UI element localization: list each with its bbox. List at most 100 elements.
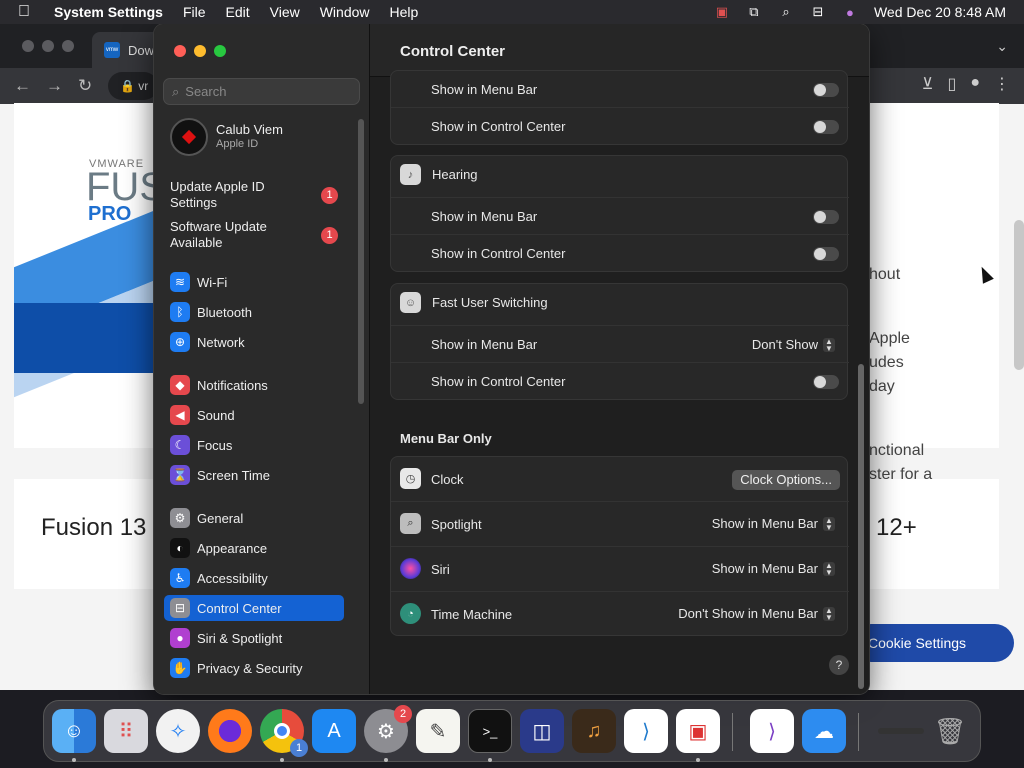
software-update-label: Software Update Available bbox=[170, 219, 267, 250]
cookie-settings-button[interactable]: Cookie Settings bbox=[852, 624, 1014, 662]
visual-studio-icon[interactable]: ⟩ bbox=[750, 709, 794, 753]
menu-window[interactable]: Window bbox=[320, 4, 370, 20]
profile-icon[interactable]: ● bbox=[970, 74, 980, 94]
finder-icon[interactable]: ☺ bbox=[52, 709, 96, 753]
launchpad-icon[interactable]: ⠿ bbox=[104, 709, 148, 753]
browser-minimize-button[interactable] bbox=[42, 40, 54, 52]
sidebar-item-control-center[interactable]: ⊟ Control Center bbox=[164, 595, 344, 621]
menu-app-name[interactable]: System Settings bbox=[54, 4, 163, 20]
apple-menu-icon[interactable]:  bbox=[18, 3, 38, 21]
parallels-app-icon[interactable]: ▣ bbox=[676, 709, 720, 753]
side-panel-icon[interactable]: ▯ bbox=[948, 74, 957, 94]
tab-list-chevron-icon[interactable]: ⌄ bbox=[996, 38, 1008, 55]
time-machine-popup[interactable]: Don't Show in Menu Bar ▲ ▼ bbox=[678, 606, 835, 621]
sidebar-item-appearance[interactable]: ◐ Appearance bbox=[164, 535, 344, 561]
control-center-icon[interactable]: ⊟ bbox=[810, 4, 826, 19]
apple-id-profile[interactable]: Calub Viem Apple ID bbox=[170, 118, 350, 158]
wi-fi-icon: ≋ bbox=[170, 272, 190, 292]
app-store-icon[interactable]: A bbox=[312, 709, 356, 753]
control-center-icon: ⊟ bbox=[170, 598, 190, 618]
screen-mirroring-icon[interactable]: ⧉ bbox=[746, 4, 762, 19]
popup-value: Show in Menu Bar bbox=[711, 561, 818, 576]
sidebar-item-accessibility[interactable]: ♿ Accessibility bbox=[164, 565, 344, 591]
minimize-button[interactable] bbox=[194, 45, 206, 57]
hearing-icon: ♪ bbox=[400, 164, 421, 185]
sidebar-item-network[interactable]: ⊕ Network bbox=[164, 329, 344, 355]
fus-menu-bar-popup[interactable]: Don't Show ▲ ▼ bbox=[752, 337, 835, 352]
zoom-button[interactable] bbox=[214, 45, 226, 57]
sidebar-item-general[interactable]: ⚙ General bbox=[164, 505, 344, 531]
close-button[interactable] bbox=[174, 45, 186, 57]
sidebar-item-wi-fi[interactable]: ≋ Wi-Fi bbox=[164, 269, 344, 295]
weather-icon[interactable]: ☁ bbox=[802, 709, 846, 753]
sidebar-item-sound[interactable]: ◀ Sound bbox=[164, 402, 344, 428]
menu-edit[interactable]: Edit bbox=[226, 4, 250, 20]
system-settings-icon[interactable]: ⚙ 2 bbox=[364, 705, 412, 753]
show-in-menu-bar-toggle[interactable] bbox=[813, 83, 839, 97]
sidebar-scrollbar[interactable] bbox=[358, 119, 364, 404]
web-text: Apple bbox=[869, 330, 910, 347]
software-update-item[interactable]: Software Update Available 1 bbox=[170, 219, 360, 251]
clock-options-button[interactable]: Clock Options... bbox=[732, 470, 840, 490]
textedit-icon[interactable]: ✎ bbox=[416, 709, 460, 753]
system-settings-window: ⌕ Calub Viem Apple ID Update Apple ID Se… bbox=[154, 24, 869, 694]
forward-icon[interactable]: → bbox=[46, 76, 63, 96]
browser-zoom-button[interactable] bbox=[62, 40, 74, 52]
back-icon[interactable]: ← bbox=[14, 76, 31, 96]
siri-icon[interactable]: ● bbox=[842, 5, 858, 20]
trash-icon[interactable]: 🗑 bbox=[928, 709, 972, 753]
browser-close-button[interactable] bbox=[22, 40, 34, 52]
browser-tab[interactable]: vmw Dow bbox=[92, 32, 162, 68]
sidebar-item-bluetooth[interactable]: ᛒ Bluetooth bbox=[164, 299, 344, 325]
menu-file[interactable]: File bbox=[183, 4, 206, 20]
sidebar-item-screen-time[interactable]: ⌛ Screen Time bbox=[164, 462, 344, 488]
popup-value: Show in Menu Bar bbox=[711, 516, 818, 531]
fus-control-center-toggle[interactable] bbox=[813, 375, 839, 389]
sidebar-item-label: Screen Time bbox=[197, 467, 270, 483]
spotlight-search-icon[interactable]: ⌕ bbox=[778, 4, 794, 19]
update-apple-id-label: Update Apple ID Settings bbox=[170, 179, 265, 210]
more-menu-icon[interactable]: ⋮ bbox=[994, 74, 1010, 94]
search-field[interactable]: ⌕ bbox=[163, 78, 360, 105]
pane-scrollbar[interactable] bbox=[858, 364, 864, 689]
sidebar-item-privacy-security[interactable]: ✋ Privacy & Security bbox=[164, 655, 344, 681]
system-settings-badge: 2 bbox=[394, 705, 412, 723]
vscode-icon[interactable]: ⟩ bbox=[624, 709, 668, 753]
chevron-updown-icon: ▲ ▼ bbox=[823, 561, 835, 576]
parallels-icon[interactable]: ▣ bbox=[714, 4, 730, 19]
sidebar-item-siri-spotlight[interactable]: ● Siri & Spotlight bbox=[164, 625, 344, 651]
sound-icon: ◀ bbox=[170, 405, 190, 425]
time-machine-row: ◔ Time Machine Don't Show in Menu Bar ▲ ▼ bbox=[391, 592, 849, 637]
downloads-stack-icon[interactable] bbox=[876, 709, 926, 753]
dock-separator bbox=[858, 713, 859, 751]
safari-icon[interactable]: ✧ bbox=[156, 709, 200, 753]
terminal-icon[interactable]: >_ bbox=[468, 709, 512, 753]
spotlight-popup[interactable]: Show in Menu Bar ▲ ▼ bbox=[712, 516, 835, 531]
hearing-control-center-toggle[interactable] bbox=[813, 247, 839, 261]
search-input[interactable] bbox=[185, 84, 346, 99]
sidebar-item-label: Appearance bbox=[197, 540, 268, 556]
menu-clock[interactable]: Wed Dec 20 8:48 AM bbox=[874, 4, 1006, 20]
download-icon[interactable]: ⊻ bbox=[922, 74, 934, 94]
update-apple-id-item[interactable]: Update Apple ID Settings 1 bbox=[170, 179, 360, 211]
reload-icon[interactable]: ↻ bbox=[78, 76, 92, 96]
menu-view[interactable]: View bbox=[270, 4, 300, 20]
hearing-menu-bar-toggle[interactable] bbox=[813, 210, 839, 224]
sidebar-item-focus[interactable]: ☾ Focus bbox=[164, 432, 344, 458]
web-text: nctional bbox=[869, 442, 925, 459]
row-label: Show in Control Center bbox=[431, 246, 566, 261]
chrome-icon[interactable]: 1 bbox=[260, 709, 308, 757]
page-scrollbar[interactable] bbox=[1014, 220, 1024, 370]
help-button[interactable]: ? bbox=[829, 655, 849, 675]
address-bar[interactable]: 🔒 vr bbox=[108, 72, 158, 100]
instruments-icon[interactable]: ♫ bbox=[572, 709, 616, 753]
show-in-control-center-toggle[interactable] bbox=[813, 120, 839, 134]
time-machine-icon: ◔ bbox=[400, 603, 421, 624]
sidebar-item-notifications[interactable]: ◆ Notifications bbox=[164, 372, 344, 398]
dock-separator bbox=[732, 713, 733, 751]
clock-icon: ◷ bbox=[400, 468, 421, 489]
siri-popup[interactable]: Show in Menu Bar ▲ ▼ bbox=[712, 561, 835, 576]
firefox-icon[interactable] bbox=[208, 709, 252, 753]
menu-help[interactable]: Help bbox=[390, 4, 419, 20]
vmware-fusion-icon[interactable]: ◫ bbox=[520, 709, 564, 753]
